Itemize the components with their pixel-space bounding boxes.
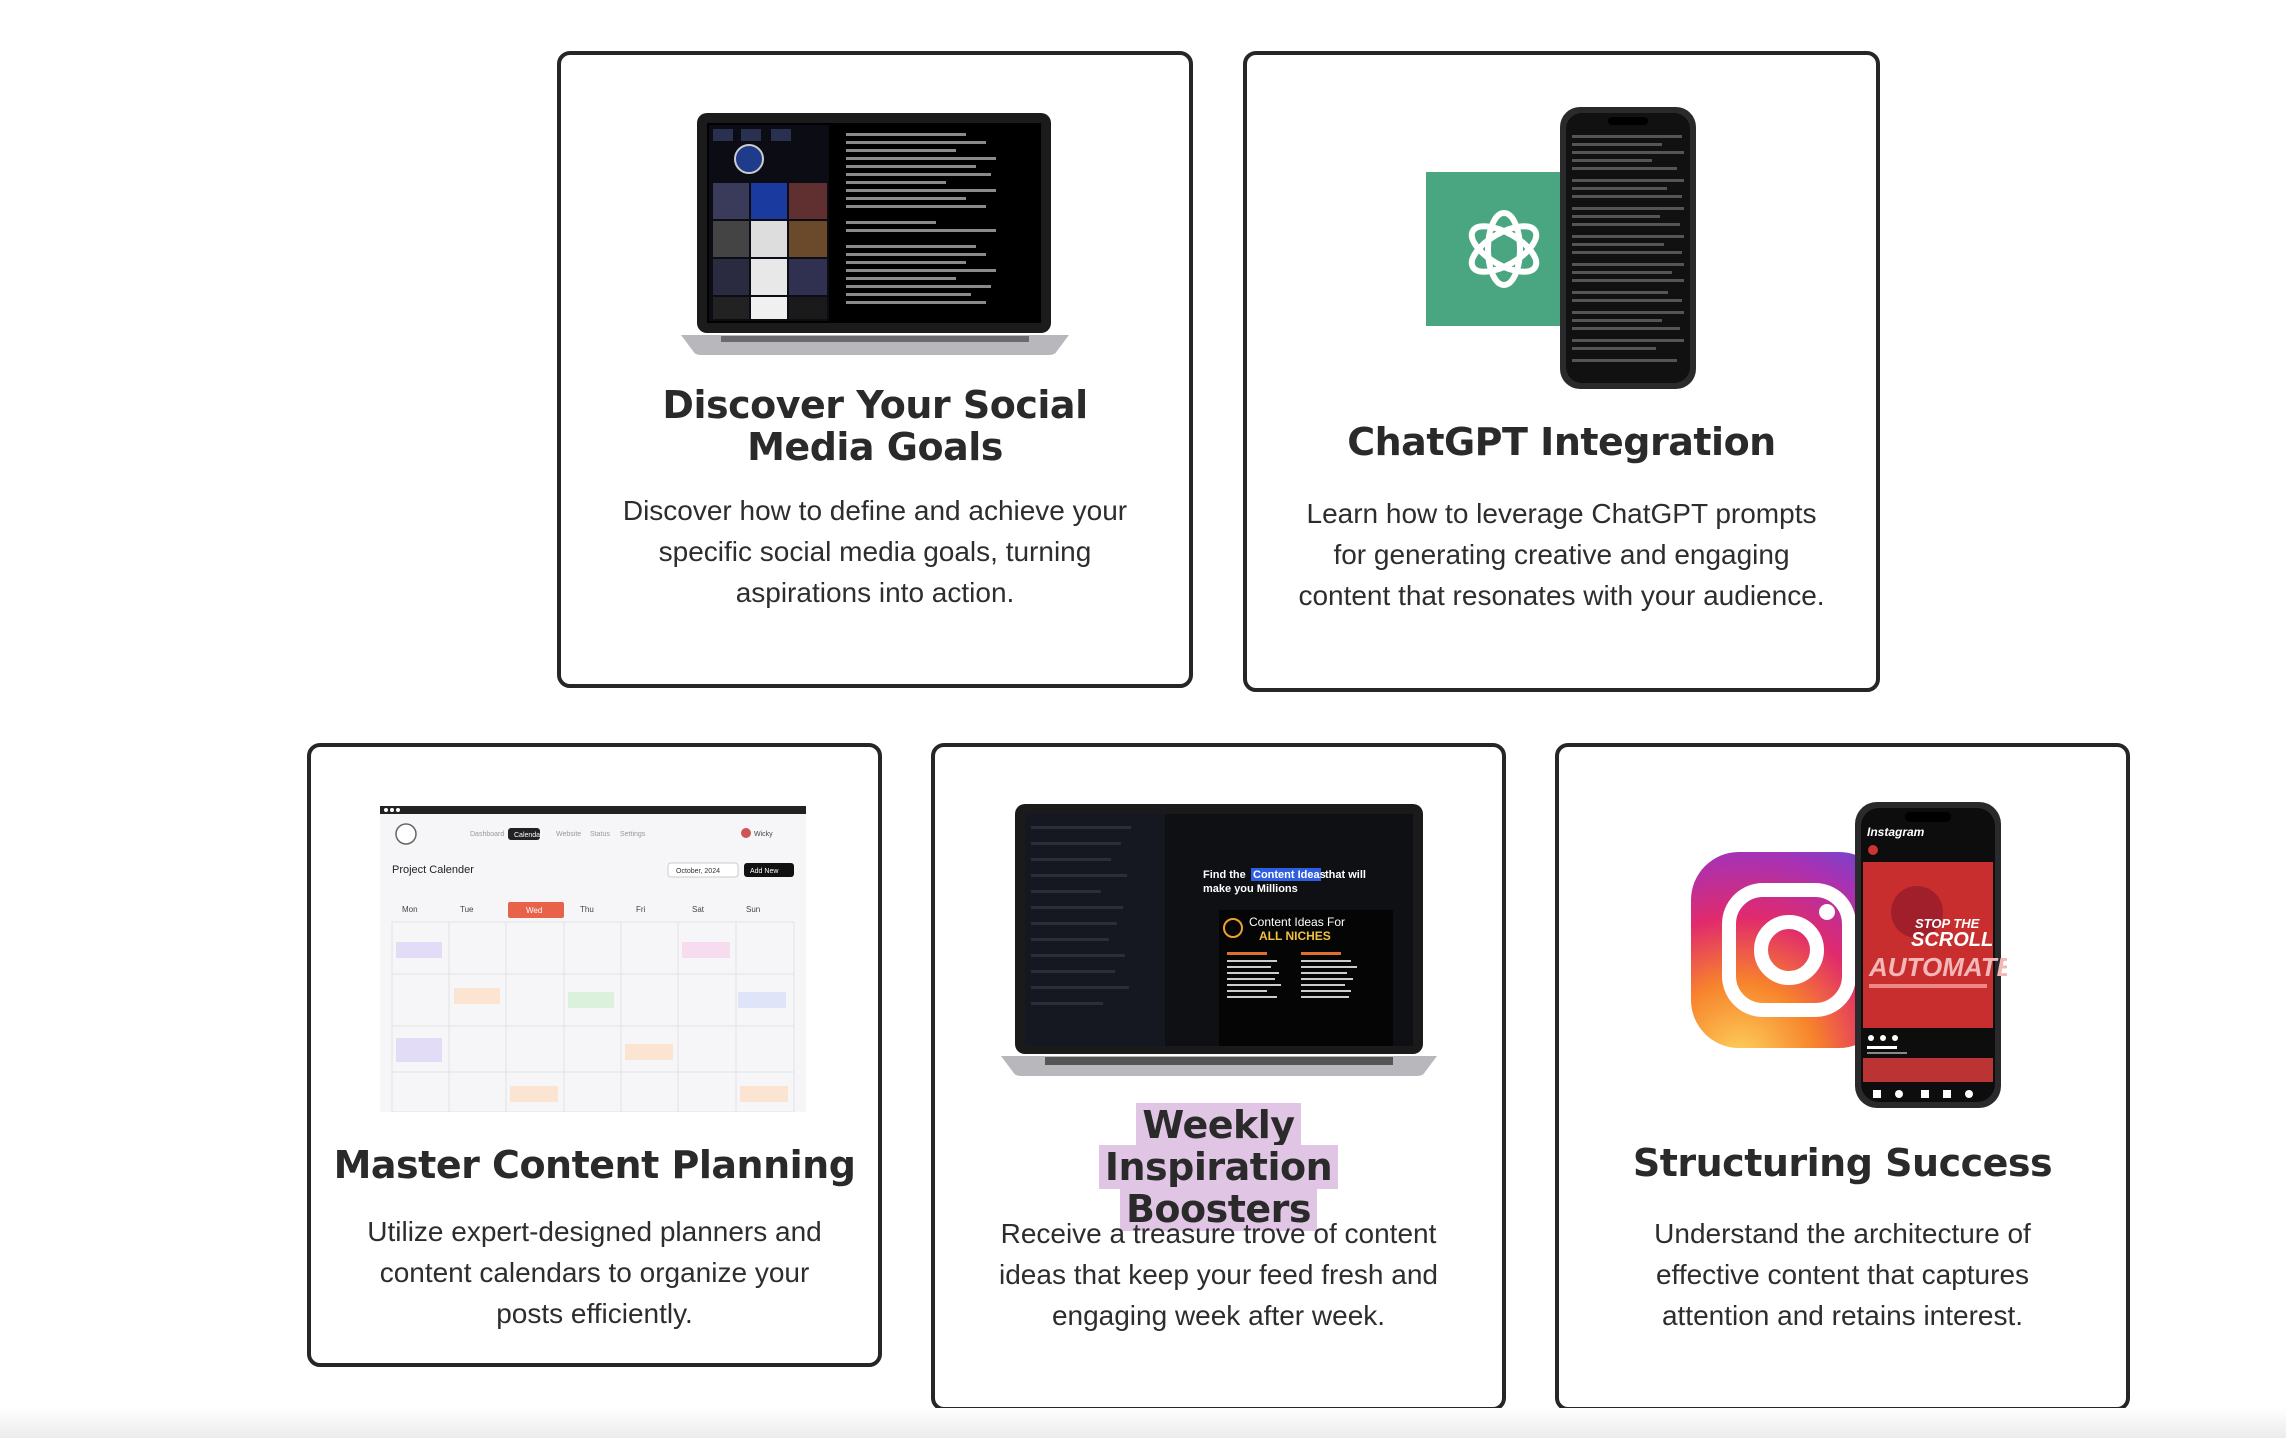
phone-app-name: Instagram bbox=[1867, 825, 1925, 839]
card-description: Understand the architecture of effective… bbox=[1654, 1218, 2031, 1331]
card-title: Master Content Planning bbox=[333, 1143, 856, 1187]
card-description: Receive a treasure trove of content idea… bbox=[999, 1218, 1438, 1331]
feature-card-inspiration: Find the Content Ideas that will make yo… bbox=[931, 743, 1506, 1411]
feature-card-social-goals: Discover Your Social Media Goals Discove… bbox=[557, 51, 1193, 688]
feature-card-content-planning: Dashboard Calendar Website Status Settin… bbox=[307, 743, 882, 1367]
svg-text:Status: Status bbox=[590, 831, 610, 838]
svg-text:Website: Website bbox=[556, 831, 581, 838]
phone-line-2: SCROLL bbox=[1911, 929, 1993, 951]
svg-text:Dashboard: Dashboard bbox=[470, 831, 504, 838]
svg-text:Wed: Wed bbox=[526, 906, 542, 915]
svg-text:Settings: Settings bbox=[620, 831, 646, 838]
card-title: ChatGPT Integration bbox=[1347, 420, 1776, 464]
svg-text:Calendar: Calendar bbox=[514, 832, 543, 839]
card-title: Weekly Inspiration Boosters bbox=[935, 1103, 1502, 1231]
card-description: Discover how to define and achieve your … bbox=[622, 495, 1128, 608]
svg-text:October, 2024: October, 2024 bbox=[676, 868, 720, 875]
phone-line-3: AUTOMATE bbox=[1868, 952, 2007, 982]
instagram-logo-phone-image: Instagram STOP THE SCROLL AUTOMATE bbox=[1687, 800, 2015, 1110]
card-title: Discover Your Social Media Goals bbox=[662, 383, 1088, 469]
screen-panel-a: Content Ideas For bbox=[1249, 915, 1345, 929]
chatgpt-logo-phone-image bbox=[1422, 105, 1712, 391]
svg-text:Tue: Tue bbox=[460, 905, 474, 914]
svg-text:Add New: Add New bbox=[750, 868, 779, 875]
svg-text:Fri: Fri bbox=[636, 905, 646, 914]
screen-headline-d: make you Millions bbox=[1203, 883, 1298, 895]
svg-text:Thu: Thu bbox=[580, 905, 594, 914]
feature-card-chatgpt: ChatGPT Integration Learn how to leverag… bbox=[1243, 51, 1880, 692]
svg-text:Wicky: Wicky bbox=[754, 831, 773, 838]
project-calendar-image: Dashboard Calendar Website Status Settin… bbox=[380, 806, 806, 1113]
screen-panel-b: ALL NICHES bbox=[1259, 929, 1331, 943]
svg-text:Sat: Sat bbox=[692, 905, 705, 914]
svg-text:Mon: Mon bbox=[402, 905, 418, 914]
laptop-social-feed-image bbox=[681, 109, 1069, 357]
card-description: Learn how to leverage ChatGPT prompts fo… bbox=[1298, 498, 1825, 611]
card-title: Structuring Success bbox=[1632, 1141, 2053, 1185]
svg-text:Project Calender: Project Calender bbox=[392, 864, 474, 876]
svg-text:Sun: Sun bbox=[746, 905, 760, 914]
laptop-content-ideas-image: Find the Content Ideas that will make yo… bbox=[1001, 802, 1437, 1078]
page-bottom-fade bbox=[0, 1408, 2286, 1438]
screen-headline-a: Find the bbox=[1203, 869, 1246, 881]
screen-headline-b: Content Ideas bbox=[1253, 869, 1326, 881]
screen-headline-c: that will bbox=[1325, 869, 1366, 881]
card-description: Utilize expert-designed planners and con… bbox=[367, 1216, 822, 1329]
highlighted-title: Weekly Inspiration Boosters bbox=[1098, 1103, 1339, 1231]
feature-card-structuring: Instagram STOP THE SCROLL AUTOMATE Struc… bbox=[1555, 743, 2130, 1411]
